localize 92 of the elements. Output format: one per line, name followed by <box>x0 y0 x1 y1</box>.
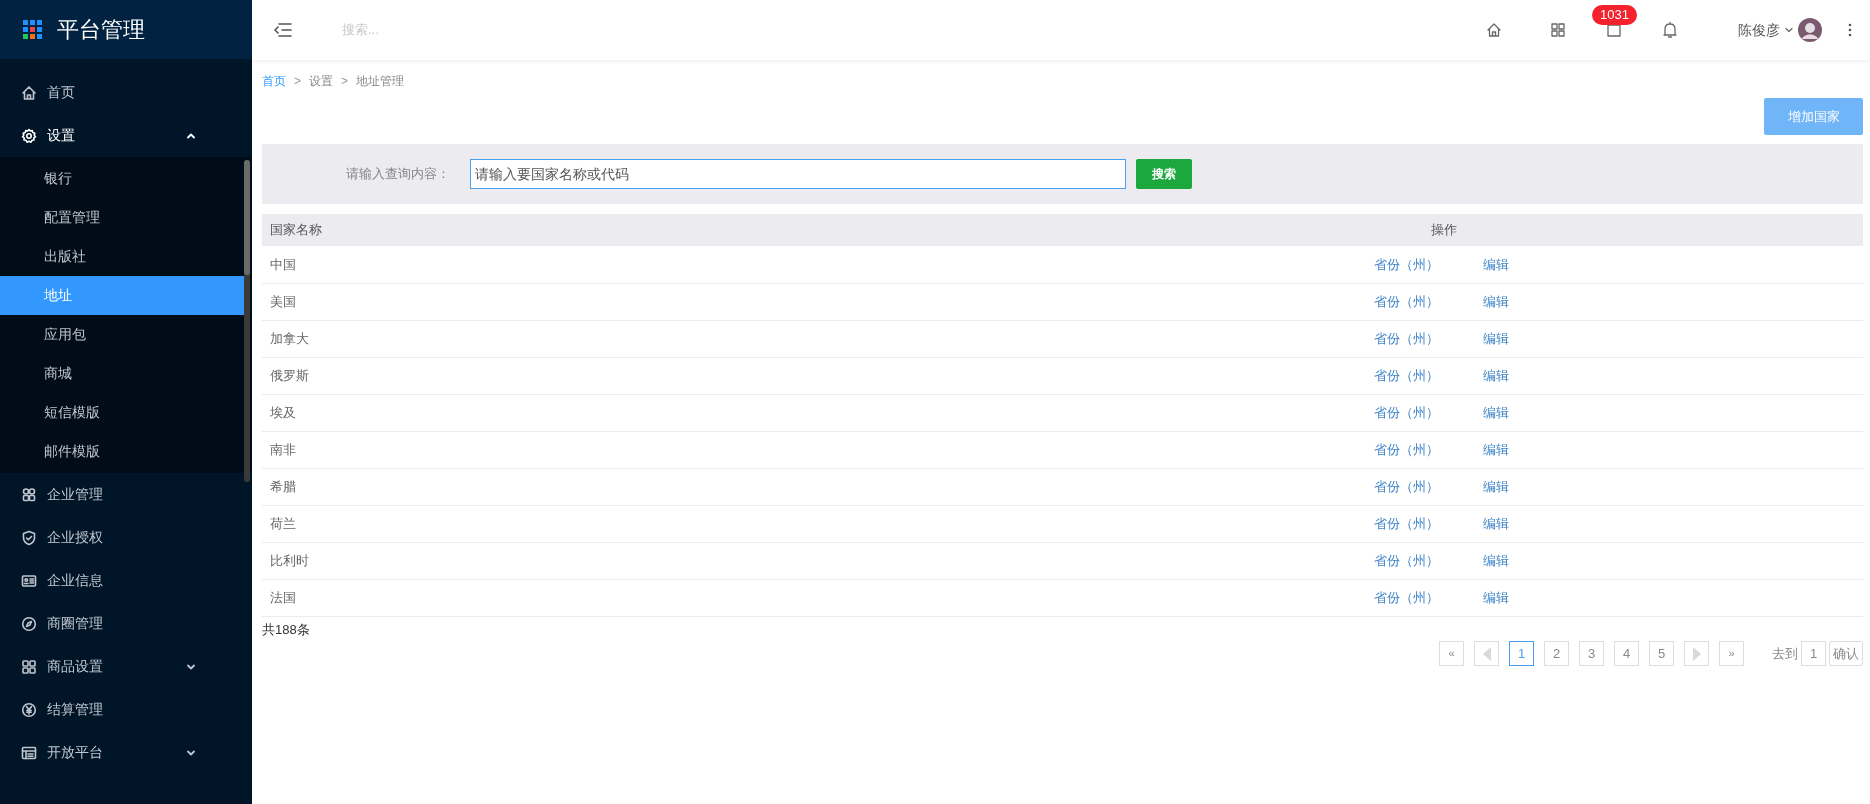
inbox-icon[interactable] <box>1606 22 1622 38</box>
table-cell: 中国 <box>262 246 1263 283</box>
page-button[interactable]: 4 <box>1614 641 1639 666</box>
action-link[interactable]: 编辑 <box>1483 589 1509 605</box>
dots-grid-icon <box>23 19 43 40</box>
sidebar-item[interactable]: 企业信息 <box>0 559 252 602</box>
table-cell: 加拿大 <box>262 320 1263 357</box>
settings-icon <box>21 127 37 144</box>
table-icon <box>21 744 37 761</box>
submenu-item[interactable]: 银行 <box>0 159 244 198</box>
sidebar-item[interactable]: 企业授权 <box>0 516 252 559</box>
query-label: 请输入查询内容： <box>346 165 451 184</box>
action-link[interactable]: 省份（州） <box>1374 476 1483 497</box>
breadcrumb-link[interactable]: 首页 <box>262 72 286 90</box>
goto-page-field[interactable]: 1 <box>1801 641 1826 666</box>
table-cell: 美国 <box>262 283 1263 320</box>
compass-icon <box>21 615 37 632</box>
triangle-right-icon <box>1692 646 1701 661</box>
confirm-button[interactable]: 确认 <box>1829 641 1863 666</box>
breadcrumb-separator: > <box>294 73 301 90</box>
page-button[interactable]: 3 <box>1579 641 1604 666</box>
column-header: 国家名称 <box>262 214 1263 246</box>
submenu-item[interactable]: 短信模版 <box>0 393 244 432</box>
column-header: 操作 <box>1263 214 1863 246</box>
page-button[interactable]: 5 <box>1649 641 1674 666</box>
table-cell: 荷兰 <box>262 505 1263 542</box>
action-link[interactable]: 编辑 <box>1483 330 1509 346</box>
action-link[interactable]: 省份（州） <box>1374 439 1483 460</box>
action-link[interactable]: 省份（州） <box>1374 365 1483 386</box>
home-icon <box>21 84 37 101</box>
submenu-item[interactable]: 应用包 <box>0 315 244 354</box>
action-link[interactable]: 编辑 <box>1483 441 1509 457</box>
action-link[interactable]: 编辑 <box>1483 256 1509 272</box>
last-page-button[interactable]: » <box>1719 641 1744 666</box>
breadcrumb-separator: > <box>341 73 349 90</box>
sidebar-item[interactable]: 结算管理 <box>0 688 252 731</box>
action-link[interactable]: 编辑 <box>1483 367 1509 383</box>
shield-icon <box>21 529 37 546</box>
sidebar-item[interactable]: 企业管理 <box>0 473 252 516</box>
action-link[interactable]: 编辑 <box>1483 404 1509 420</box>
menu-icon[interactable] <box>274 22 292 38</box>
submenu-item[interactable]: 商城 <box>0 354 244 393</box>
submenu-item[interactable]: 邮件模版 <box>0 432 244 471</box>
sidebar-item[interactable]: 开放平台 <box>0 731 252 774</box>
page-button[interactable]: 2 <box>1544 641 1569 666</box>
action-link[interactable]: 省份（州） <box>1374 328 1483 349</box>
submenu-item[interactable]: 出版社 <box>0 237 244 276</box>
goto-label: 去到 <box>1772 644 1798 663</box>
action-link[interactable]: 省份（州） <box>1374 254 1483 274</box>
breadcrumb-item: 地址管理 <box>356 73 405 90</box>
table-cell: 南非 <box>262 431 1263 468</box>
action-link[interactable]: 省份（州） <box>1374 550 1483 571</box>
first-page-button[interactable]: « <box>1439 641 1464 666</box>
breadcrumb-item: 设置 <box>309 73 333 90</box>
table-cell: 俄罗斯 <box>262 357 1263 394</box>
submenu-item[interactable]: 地址 <box>0 276 244 315</box>
yen-icon <box>21 701 37 718</box>
table-cell: 埃及 <box>262 394 1263 431</box>
action-link[interactable]: 省份（州） <box>1374 513 1483 534</box>
triangle-left-icon <box>1482 646 1491 661</box>
add-country-button[interactable]: 增加国家 <box>1764 98 1863 135</box>
id-card-icon <box>21 572 37 589</box>
action-link[interactable]: 编辑 <box>1483 478 1509 494</box>
sidebar-item[interactable]: 设置 <box>0 114 252 157</box>
submenu-item[interactable]: 配置管理 <box>0 198 244 237</box>
table-cell: 希腊 <box>262 468 1263 505</box>
search-button[interactable]: 搜索 <box>1136 159 1192 189</box>
action-link[interactable]: 编辑 <box>1483 293 1509 309</box>
notification-badge: 1031 <box>1592 5 1637 25</box>
action-link[interactable]: 省份（州） <box>1374 291 1483 312</box>
total-count: 共188条 <box>262 620 311 639</box>
action-link[interactable]: 省份（州） <box>1374 587 1483 608</box>
sidebar-item[interactable]: 商品设置 <box>0 645 252 688</box>
action-link[interactable]: 编辑 <box>1483 515 1509 531</box>
more-icon[interactable] <box>1848 23 1852 37</box>
page-button[interactable]: 1 <box>1509 641 1534 666</box>
grid-icon[interactable] <box>1550 22 1566 38</box>
blocks-icon <box>21 486 37 503</box>
caret-icon <box>1784 25 1794 35</box>
home-icon[interactable] <box>1486 22 1502 38</box>
app-title: 平台管理 <box>57 16 145 44</box>
action-link[interactable]: 编辑 <box>1483 552 1509 568</box>
action-link[interactable]: 省份（州） <box>1374 402 1483 423</box>
table-cell: 法国 <box>262 579 1263 616</box>
query-field[interactable]: 请输入要国家名称或代码 <box>470 159 1126 189</box>
table-cell: 比利时 <box>262 542 1263 579</box>
grid-icon <box>21 658 37 675</box>
avatar[interactable] <box>1798 18 1822 42</box>
sidebar-item[interactable]: 商圈管理 <box>0 602 252 645</box>
sidebar-item[interactable]: 首页 <box>0 71 252 114</box>
bell-icon[interactable] <box>1662 21 1678 39</box>
user-name[interactable]: 陈俊彦 <box>1738 19 1780 41</box>
